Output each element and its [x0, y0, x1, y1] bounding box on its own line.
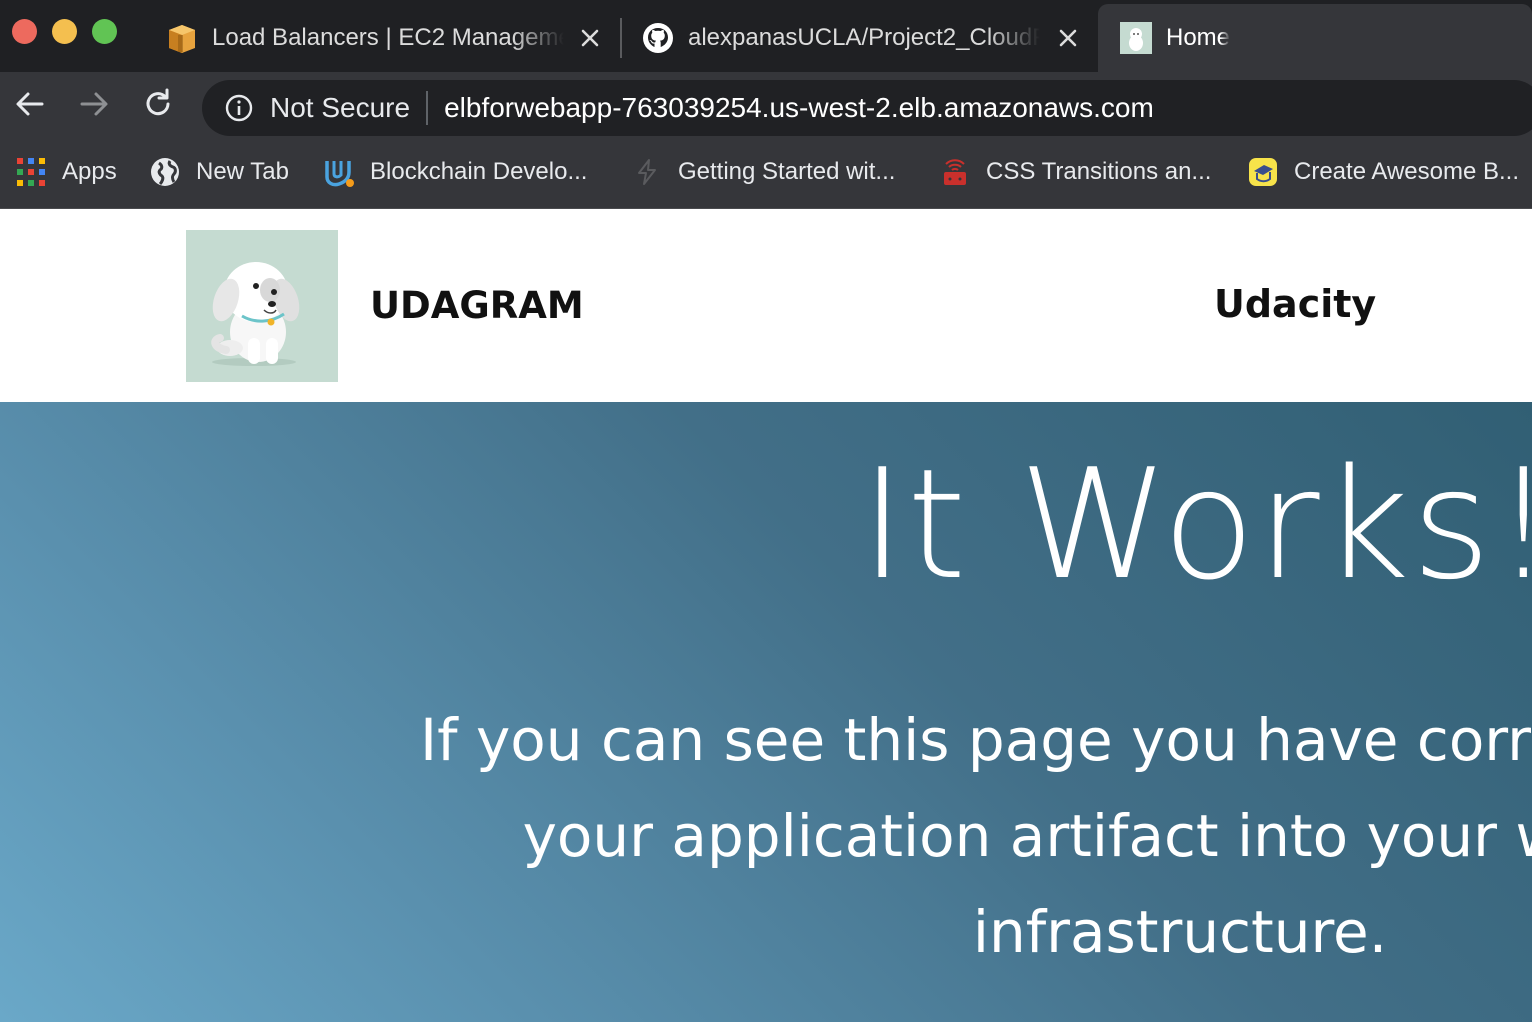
nav-link-udacity[interactable]: Udacity	[1214, 282, 1376, 326]
tab-strip: Load Balancers | EC2 Management Console …	[0, 0, 1532, 72]
tab-home[interactable]: Home	[1098, 4, 1532, 72]
site-header: UDAGRAM Udacity	[0, 210, 1532, 402]
maximize-window-button[interactable]	[92, 19, 117, 44]
bookmark-label: Create Awesome B...	[1294, 158, 1519, 185]
reload-icon[interactable]	[140, 86, 176, 122]
bookmark-label: Apps	[62, 158, 117, 185]
hero-section: It Works! If you can see this page you h…	[0, 402, 1532, 1022]
tab-title: Load Balancers | EC2 Management Console	[212, 24, 564, 51]
brand-title[interactable]: UDAGRAM	[370, 284, 584, 327]
udagram-dog-icon	[1120, 22, 1152, 54]
bookmark-getting-started[interactable]: Getting Started wit...	[632, 136, 895, 208]
omnibox-divider	[426, 91, 429, 125]
tab-title: Home	[1166, 24, 1231, 51]
lightning-icon	[638, 159, 656, 185]
security-status-label[interactable]: Not Secure	[270, 92, 410, 124]
dog-illustration-icon	[211, 262, 300, 366]
minimize-window-button[interactable]	[52, 19, 77, 44]
back-arrow-icon[interactable]	[12, 86, 48, 122]
close-tab-icon[interactable]	[576, 24, 604, 52]
hero-title: It Works!	[860, 436, 1532, 613]
udagram-logo[interactable]	[186, 230, 338, 382]
forward-arrow-icon[interactable]	[76, 86, 112, 122]
tab-separator	[620, 18, 622, 58]
router-icon	[944, 159, 966, 185]
github-icon	[643, 23, 673, 53]
bookmark-blockchain[interactable]: Blockchain Develo...	[324, 136, 587, 208]
tab-title: alexpanasUCLA/Project2_CloudFormation	[688, 24, 1040, 51]
hero-line: infrastructure.	[972, 898, 1388, 966]
tab-github[interactable]: alexpanasUCLA/Project2_CloudFormation	[642, 4, 1094, 72]
close-window-button[interactable]	[12, 19, 37, 44]
bookmark-apps[interactable]: Apps	[16, 136, 117, 208]
tool-icon	[1249, 158, 1277, 186]
close-tab-icon[interactable]	[1054, 24, 1082, 52]
bookmark-label: CSS Transitions an...	[986, 158, 1212, 185]
bookmark-new-tab[interactable]: New Tab	[150, 136, 289, 208]
hero-line: your application artifact into your web …	[522, 802, 1532, 870]
udacity-icon	[325, 161, 354, 187]
globe-icon	[151, 158, 179, 186]
hero-line: If you can see this page you have correc…	[420, 706, 1532, 774]
bookmark-label: Getting Started wit...	[678, 158, 896, 185]
aws-box-icon	[169, 25, 195, 53]
info-icon[interactable]	[224, 93, 254, 123]
hero-description: If you can see this page you have correc…	[420, 692, 1532, 980]
bookmark-create-awesome[interactable]: Create Awesome B...	[1248, 136, 1519, 208]
bookmark-css-transitions[interactable]: CSS Transitions an...	[940, 136, 1211, 208]
apps-grid-icon	[17, 158, 45, 186]
address-bar[interactable]: Not Secure elbforwebapp-763039254.us-wes…	[202, 80, 1532, 136]
bookmarks-bar: Apps New Tab Blockchain Develo... Gettin…	[0, 136, 1532, 209]
browser-toolbar: Not Secure elbforwebapp-763039254.us-wes…	[0, 72, 1532, 136]
bookmark-label: Blockchain Develo...	[370, 158, 588, 185]
tab-load-balancers[interactable]: Load Balancers | EC2 Management Console	[166, 4, 612, 72]
url-text[interactable]: elbforwebapp-763039254.us-west-2.elb.ama…	[444, 92, 1154, 124]
bookmark-label: New Tab	[196, 158, 289, 185]
